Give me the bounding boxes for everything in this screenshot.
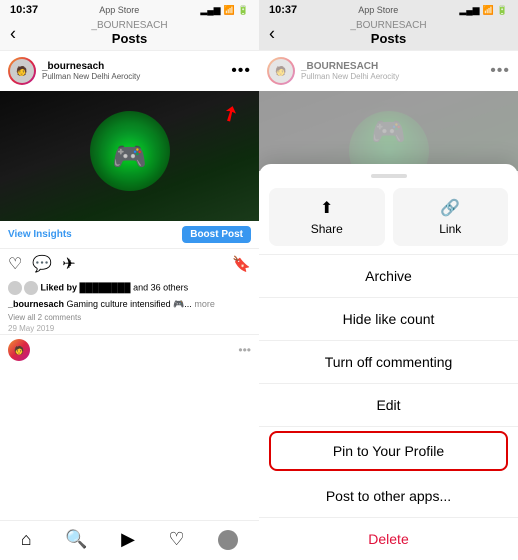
wifi-icon-r: 📶 (483, 5, 494, 16)
liked-by-name: ████████ (80, 282, 134, 292)
likes-text: Liked by (41, 282, 78, 292)
battery-icon-r: 🔋 (497, 5, 508, 16)
divider-5 (259, 426, 518, 427)
like-button[interactable]: ♡ (8, 254, 22, 274)
sheet-handle (371, 174, 407, 178)
archive-menu-item[interactable]: Archive (259, 255, 518, 297)
share-button[interactable]: ✈ (62, 254, 75, 274)
post-username: _bournesach (42, 61, 140, 72)
nav-profile-avatar[interactable] (218, 530, 238, 550)
caption-text: Gaming culture intensified 🎮... (67, 299, 192, 309)
view-comments[interactable]: View all 2 comments (0, 312, 259, 323)
back-button-left[interactable]: ‹ (10, 24, 16, 45)
comment-button[interactable]: 💬 (32, 254, 52, 274)
comment-avatar: 🧑 (8, 339, 30, 361)
link-icon: 🔗 (440, 198, 460, 218)
likes-others: and 36 others (133, 282, 188, 292)
time-left: 10:37 (10, 4, 38, 16)
post-user-info: _bournesach Pullman New Delhi Aerocity (42, 61, 140, 81)
nav-search-icon[interactable]: 🔍 (65, 529, 87, 550)
caption-row: _bournesach Gaming culture intensified 🎮… (0, 297, 259, 312)
delete-menu-item[interactable]: Delete (259, 518, 518, 560)
share-icon: ⬆ (320, 198, 333, 218)
status-icons-right: ▂▄▆ 📶 🔋 (459, 5, 508, 16)
arrow-indicator: ➚ (217, 98, 244, 128)
action-icons: ♡ 💬 ✈ (8, 254, 76, 274)
post-location: Pullman New Delhi Aerocity (42, 72, 140, 81)
boost-post-button[interactable]: Boost Post (182, 226, 251, 243)
post-location-r: Pullman New Delhi Aerocity (301, 72, 399, 81)
post-user-info-r: _BOURNESACH Pullman New Delhi Aerocity (301, 61, 399, 81)
post-user-left-r: 🧑 _BOURNESACH Pullman New Delhi Aerocity (267, 57, 399, 85)
post-to-other-apps-menu-item[interactable]: Post to other apps... (259, 475, 518, 517)
store-label-right: App Store (358, 5, 398, 15)
left-panel: 10:37 App Store ▂▄▆ 📶 🔋 ‹ _BOURNESACH Po… (0, 0, 259, 560)
avatar[interactable]: 🧑 (8, 57, 36, 85)
bookmark-button[interactable]: 🔖 (232, 255, 251, 273)
bottom-sheet: ⬆ Share 🔗 Link Archive Hide like count T… (259, 164, 518, 560)
comment-input-row: 🧑 ••• (0, 334, 259, 365)
status-bar-right: 10:37 App Store ▂▄▆ 📶 🔋 (259, 0, 518, 18)
share-label: Share (311, 222, 343, 236)
page-header-left: ‹ _BOURNESACH Posts (0, 18, 259, 51)
signal-icon-r: ▂▄▆ (459, 5, 479, 16)
nav-heart-icon[interactable]: ♡ (169, 529, 185, 550)
status-bar-left: 10:37 App Store ▂▄▆ 📶 🔋 (0, 0, 259, 18)
more-options-button[interactable]: ••• (231, 62, 251, 80)
post-image-r: 🎮 (259, 91, 518, 171)
battery-icon: 🔋 (238, 5, 249, 16)
post-header-dimmed: 🧑 _BOURNESACH Pullman New Delhi Aerocity… (259, 51, 518, 91)
edit-menu-item[interactable]: Edit (259, 384, 518, 426)
turn-off-commenting-menu-item[interactable]: Turn off commenting (259, 341, 518, 383)
nav-home-icon[interactable]: ⌂ (21, 529, 32, 550)
gamepad-icon: 🎮 (112, 140, 147, 173)
store-label-left: App Store (99, 5, 139, 15)
header-title-left: Posts (112, 31, 147, 46)
header-title-right: Posts (371, 31, 406, 46)
nav-reels-icon[interactable]: ▶ (121, 529, 135, 550)
avatar-inner: 🧑 (10, 59, 34, 83)
share-button-sheet[interactable]: ⬆ Share (269, 188, 385, 246)
gamepad-icon-r: 🎮 (371, 115, 406, 148)
post-date: 29 May 2019 (0, 323, 259, 334)
avatar-r: 🧑 (267, 57, 295, 85)
post-username-r: _BOURNESACH (301, 61, 399, 72)
more-label[interactable]: more (194, 299, 215, 309)
post-user-left: 🧑 _bournesach Pullman New Delhi Aerocity (8, 57, 140, 85)
header-username-left: _BOURNESACH (91, 20, 167, 31)
hide-like-count-menu-item[interactable]: Hide like count (259, 298, 518, 340)
header-username-right: _BOURNESACH (350, 20, 426, 31)
page-header-right: ‹ _BOURNESACH Posts (259, 18, 518, 51)
signal-icon: ▂▄▆ (200, 5, 220, 16)
caption-username: _bournesach (8, 299, 64, 309)
share-link-row: ⬆ Share 🔗 Link (259, 188, 518, 246)
mini-avatar-2 (24, 281, 38, 295)
pin-to-profile-menu-item[interactable]: Pin to Your Profile (269, 431, 508, 471)
time-right: 10:37 (269, 4, 297, 16)
status-icons-left: ▂▄▆ 📶 🔋 (200, 5, 249, 16)
link-label: Link (439, 222, 461, 236)
comment-more-options[interactable]: ••• (238, 343, 251, 357)
bottom-nav: ⌂ 🔍 ▶ ♡ (0, 520, 259, 560)
wifi-icon: 📶 (224, 5, 235, 16)
likes-row: Liked by ████████ and 36 others (0, 279, 259, 297)
liked-avatars (8, 281, 38, 295)
view-insights-link[interactable]: View Insights (8, 229, 72, 240)
more-options-r: ••• (490, 62, 510, 80)
post-image: 🎮 ➚ (0, 91, 259, 221)
post-header: 🧑 _bournesach Pullman New Delhi Aerocity… (0, 51, 259, 91)
back-button-right[interactable]: ‹ (269, 24, 275, 45)
avatar-inner-r: 🧑 (269, 59, 293, 83)
mini-avatar-1 (8, 281, 22, 295)
action-row: ♡ 💬 ✈ 🔖 (0, 249, 259, 279)
link-button-sheet[interactable]: 🔗 Link (393, 188, 509, 246)
right-panel: 10:37 App Store ▂▄▆ 📶 🔋 ‹ _BOURNESACH Po… (259, 0, 518, 560)
insights-row: View Insights Boost Post (0, 221, 259, 249)
